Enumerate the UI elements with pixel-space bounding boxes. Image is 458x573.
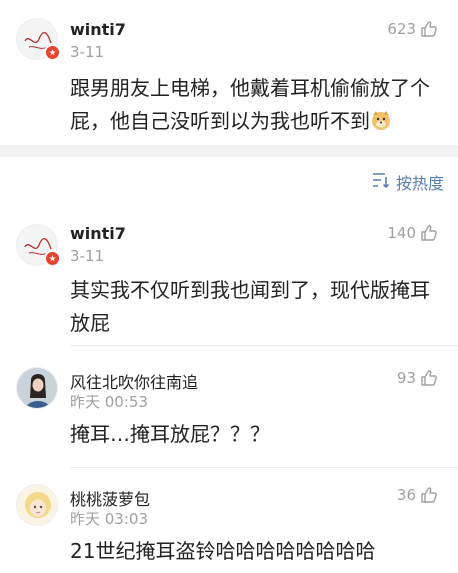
sort-icon <box>372 172 390 192</box>
avatar[interactable] <box>16 224 61 267</box>
like-count: 36 <box>396 486 416 504</box>
comment-text: 掩耳…掩耳放屁？？？ <box>70 418 450 451</box>
like-button[interactable]: 140 <box>387 224 438 242</box>
comment-2: winti7 3-11 140 其实我不仅听到我也闻到了，现代版掩耳 放屁 <box>0 210 458 345</box>
comment-line: 掩耳…掩耳放屁？？？ <box>70 422 270 446</box>
like-count: 93 <box>396 369 416 387</box>
avatar[interactable] <box>16 367 58 409</box>
avatar[interactable] <box>16 18 61 61</box>
thumbs-up-icon <box>420 369 438 387</box>
comment-line: 其实我不仅听到我也闻到了，现代版掩耳 <box>70 278 430 302</box>
avatar[interactable] <box>16 484 58 526</box>
sort-by-hot-button[interactable]: 按热度 <box>372 170 444 194</box>
like-button[interactable]: 623 <box>387 20 438 38</box>
comment-3: 风往北吹你往南追 昨天 00:53 93 掩耳…掩耳放屁？？？ <box>0 355 458 467</box>
thumbs-up-icon <box>420 224 438 242</box>
comment-text: 21世纪掩耳盗铃哈哈哈哈哈哈哈哈 <box>70 535 450 568</box>
username[interactable]: 桃桃菠萝包 <box>70 486 150 510</box>
like-button[interactable]: 36 <box>397 486 438 504</box>
comment-1: winti7 3-11 623 跟男朋友上电梯，他戴着耳机偷偷放了个 屁，他自己… <box>0 0 458 145</box>
vip-badge-icon <box>44 44 61 61</box>
row-divider <box>70 467 458 468</box>
timestamp: 昨天 00:53 <box>70 393 148 411</box>
timestamp: 3-11 <box>70 43 105 61</box>
like-count: 623 <box>387 20 416 38</box>
sort-label: 按热度 <box>395 174 444 193</box>
thumbs-up-icon <box>420 486 438 504</box>
username[interactable]: winti7 <box>70 224 126 243</box>
username[interactable]: 风往北吹你往南追 <box>70 369 198 393</box>
vip-badge-icon <box>44 250 61 267</box>
timestamp: 昨天 03:03 <box>70 510 148 528</box>
like-button[interactable]: 93 <box>397 369 438 387</box>
doge-emoji <box>370 108 392 130</box>
comment-4: 桃桃菠萝包 昨天 03:03 36 21世纪掩耳盗铃哈哈哈哈哈哈哈哈 <box>0 472 458 573</box>
comment-text: 其实我不仅听到我也闻到了，现代版掩耳 放屁 <box>70 274 450 340</box>
comment-line: 屁，他自己没听到以为我也听不到 <box>70 105 450 138</box>
like-count: 140 <box>387 224 416 242</box>
username[interactable]: winti7 <box>70 20 126 39</box>
timestamp: 3-11 <box>70 247 105 265</box>
comment-line: 放屁 <box>70 311 110 335</box>
row-divider <box>70 345 458 346</box>
section-divider <box>0 145 458 157</box>
comment-text: 跟男朋友上电梯，他戴着耳机偷偷放了个 屁，他自己没听到以为我也听不到 <box>70 72 450 138</box>
comment-line: 跟男朋友上电梯，他戴着耳机偷偷放了个 <box>70 76 430 100</box>
thumbs-up-icon <box>420 20 438 38</box>
comment-line: 21世纪掩耳盗铃哈哈哈哈哈哈哈哈 <box>70 539 376 563</box>
